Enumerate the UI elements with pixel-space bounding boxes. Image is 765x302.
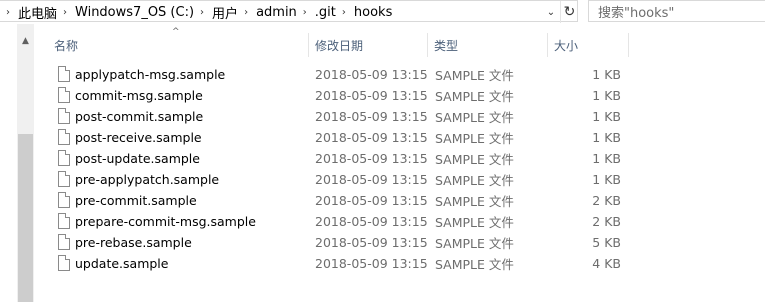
file-date: 2018-05-09 13:15 <box>315 193 428 208</box>
file-type: SAMPLE 文件 <box>435 152 514 167</box>
file-name: post-update.sample <box>75 151 200 166</box>
file-date: 2018-05-09 13:15 <box>315 214 428 229</box>
breadcrumb-admin[interactable]: admin <box>256 5 297 20</box>
breadcrumb-drive-c[interactable]: Windows7_OS (C:) <box>75 5 194 20</box>
file-name: pre-applypatch.sample <box>75 172 220 187</box>
file-date: 2018-05-09 13:15 <box>315 151 428 166</box>
file-name: prepare-commit-msg.sample <box>75 214 256 229</box>
file-size: 2 KB <box>592 214 621 229</box>
file-date: 2018-05-09 13:15 <box>315 172 428 187</box>
column-divider[interactable] <box>547 33 548 57</box>
file-name: applypatch-msg.sample <box>75 67 226 82</box>
file-type: SAMPLE 文件 <box>435 68 514 83</box>
file-size: 4 KB <box>592 256 621 271</box>
scrollbar-thumb[interactable] <box>18 134 33 302</box>
file-icon <box>58 255 70 271</box>
file-name: pre-commit.sample <box>75 193 197 208</box>
file-row[interactable]: commit-msg.sample 2018-05-09 13:15 SAMPL… <box>50 85 630 106</box>
chevron-right-icon[interactable]: › <box>297 7 315 18</box>
file-name: post-commit.sample <box>75 109 204 124</box>
file-icon <box>58 192 70 208</box>
file-row[interactable]: applypatch-msg.sample 2018-05-09 13:15 S… <box>50 64 630 85</box>
chevron-right-icon[interactable]: › <box>238 7 256 18</box>
file-row[interactable]: prepare-commit-msg.sample 2018-05-09 13:… <box>50 211 630 232</box>
file-name: pre-rebase.sample <box>75 235 192 250</box>
file-row[interactable]: post-update.sample 2018-05-09 13:15 SAMP… <box>50 148 630 169</box>
file-type: SAMPLE 文件 <box>435 131 514 146</box>
file-row[interactable]: pre-commit.sample 2018-05-09 13:15 SAMPL… <box>50 190 630 211</box>
file-row[interactable]: update.sample 2018-05-09 13:15 SAMPLE 文件… <box>50 253 630 274</box>
chevron-right-icon[interactable]: › <box>336 7 354 18</box>
file-name: commit-msg.sample <box>75 88 203 103</box>
column-header-name[interactable]: 名称 <box>54 33 78 57</box>
file-icon <box>58 150 70 166</box>
file-date: 2018-05-09 13:15 <box>315 67 428 82</box>
file-type: SAMPLE 文件 <box>435 215 514 230</box>
column-divider[interactable] <box>628 33 629 57</box>
breadcrumb: › 此电脑 › Windows7_OS (C:) › 用户 › admin › … <box>0 1 392 23</box>
refresh-icon[interactable]: ↻ <box>560 1 578 23</box>
file-name: update.sample <box>75 256 169 271</box>
scroll-up-icon[interactable]: ▲ <box>17 34 34 48</box>
file-size: 1 KB <box>592 172 621 187</box>
file-size: 1 KB <box>592 130 621 145</box>
chevron-right-icon[interactable]: › <box>194 7 212 18</box>
file-type: SAMPLE 文件 <box>435 173 514 188</box>
file-date: 2018-05-09 13:15 <box>315 88 428 103</box>
file-size: 1 KB <box>592 151 621 166</box>
file-type: SAMPLE 文件 <box>435 257 514 272</box>
column-header-type[interactable]: 类型 <box>434 33 458 57</box>
breadcrumb-hooks[interactable]: hooks <box>354 5 392 20</box>
file-icon <box>58 108 70 124</box>
address-bar[interactable]: › 此电脑 › Windows7_OS (C:) › 用户 › admin › … <box>0 0 578 23</box>
file-row[interactable]: post-receive.sample 2018-05-09 13:15 SAM… <box>50 127 630 148</box>
file-date: 2018-05-09 13:15 <box>315 235 428 250</box>
file-row[interactable]: post-commit.sample 2018-05-09 13:15 SAMP… <box>50 106 630 127</box>
file-size: 1 KB <box>592 88 621 103</box>
breadcrumb-users[interactable]: 用户 <box>212 3 238 22</box>
file-date: 2018-05-09 13:15 <box>315 256 428 271</box>
file-type: SAMPLE 文件 <box>435 236 514 251</box>
column-divider[interactable] <box>308 33 309 57</box>
file-icon <box>58 234 70 250</box>
breadcrumb-this-pc[interactable]: 此电脑 <box>18 3 57 22</box>
column-divider[interactable] <box>427 33 428 57</box>
file-type: SAMPLE 文件 <box>435 194 514 209</box>
file-row[interactable]: pre-rebase.sample 2018-05-09 13:15 SAMPL… <box>50 232 630 253</box>
address-toolbar: › 此电脑 › Windows7_OS (C:) › 用户 › admin › … <box>0 0 765 24</box>
file-row[interactable]: pre-applypatch.sample 2018-05-09 13:15 S… <box>50 169 630 190</box>
file-date: 2018-05-09 13:15 <box>315 109 428 124</box>
column-header-size[interactable]: 大小 <box>554 33 578 57</box>
file-type: SAMPLE 文件 <box>435 89 514 104</box>
breadcrumb-git[interactable]: .git <box>315 5 336 20</box>
file-size: 1 KB <box>592 109 621 124</box>
file-icon <box>58 129 70 145</box>
file-name: post-receive.sample <box>75 130 202 145</box>
file-size: 5 KB <box>592 235 621 250</box>
search-input[interactable]: 搜索"hooks" <box>588 0 765 22</box>
file-icon <box>58 213 70 229</box>
chevron-down-icon[interactable]: ⌄ <box>542 1 560 23</box>
file-icon <box>58 171 70 187</box>
column-header-date[interactable]: 修改日期 <box>315 33 363 57</box>
file-size: 2 KB <box>592 193 621 208</box>
file-type: SAMPLE 文件 <box>435 110 514 125</box>
chevron-right-icon[interactable]: › <box>0 7 18 18</box>
chevron-right-icon[interactable]: › <box>57 7 75 18</box>
file-icon <box>58 66 70 82</box>
file-size: 1 KB <box>592 67 621 82</box>
file-icon <box>58 87 70 103</box>
sort-ascending-icon: ^ <box>172 27 180 37</box>
file-date: 2018-05-09 13:15 <box>315 130 428 145</box>
